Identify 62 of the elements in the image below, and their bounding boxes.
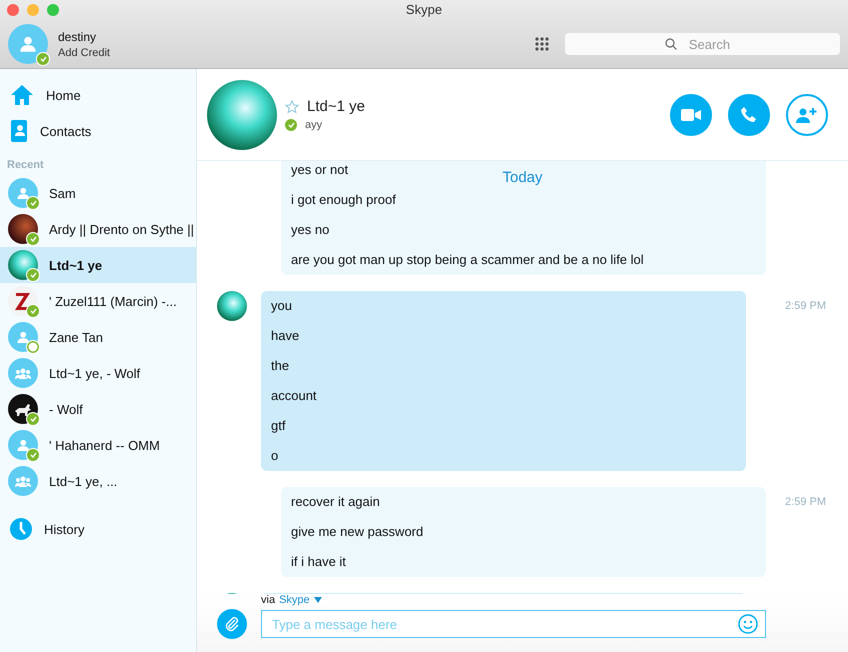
message-text: the [271, 357, 290, 375]
message-text: have [271, 327, 300, 345]
message-time: 2:59 PM [785, 495, 826, 508]
message-text: give me new password [291, 523, 424, 541]
window-title: Skype [406, 2, 442, 17]
message-text: account [271, 387, 317, 405]
video-call-button[interactable] [670, 94, 712, 136]
contact-item[interactable]: Zane Tan [0, 319, 196, 355]
service-link[interactable]: Skype [279, 594, 310, 606]
message-text: yes or not [291, 161, 348, 179]
nav-item[interactable]: Home [0, 77, 196, 113]
caret-icon[interactable] [314, 597, 322, 603]
contact-item[interactable]: Sam [0, 175, 196, 211]
contact-item[interactable]: Ardy || Drento on Sythe || [0, 211, 196, 247]
date-separator: Today [502, 169, 543, 186]
nav-item[interactable]: Contacts [0, 113, 196, 149]
message-text: gtf [271, 417, 286, 435]
message-time: 2:59 PM [785, 299, 826, 312]
avatar [217, 291, 247, 321]
group-icon [14, 366, 32, 380]
add-credit-link[interactable]: Add Credit [58, 46, 110, 58]
minimize-window-button[interactable] [27, 4, 39, 16]
contact-item[interactable]: ' Hahanerd -- OMM [0, 427, 196, 463]
via-label: via [261, 594, 276, 606]
smiley-icon[interactable] [738, 614, 758, 634]
message-text: recover it again [291, 493, 380, 511]
call-button[interactable] [728, 94, 770, 136]
message-text: are you got man up stop being a scammer and be a no life lol [291, 251, 644, 269]
contact-name: Ltd~1 ye [307, 98, 365, 115]
home-icon [10, 84, 34, 106]
video-camera-icon [681, 108, 701, 120]
message-text: you [271, 297, 292, 315]
dial-pad-icon[interactable] [535, 37, 549, 51]
zoom-window-button[interactable] [47, 4, 59, 16]
z-logo-icon [15, 291, 31, 311]
search-icon [665, 38, 677, 50]
message-text: i got enough proof [291, 191, 396, 209]
mood-message: ayy [305, 119, 322, 131]
profile-name: destiny [58, 30, 96, 44]
add-person-icon [796, 106, 818, 122]
section-heading: Recent [6, 158, 44, 173]
clock-icon [10, 518, 32, 540]
contacts-book-icon [10, 120, 28, 142]
message-text: yes no [291, 221, 330, 239]
close-window-button[interactable] [7, 4, 19, 16]
nav-item[interactable]: History [0, 511, 196, 547]
contact-item[interactable]: - Wolf [0, 391, 196, 427]
wolf-silhouette-icon [13, 402, 33, 416]
contact-item[interactable]: Ltd~1 ye [0, 247, 196, 283]
paperclip-icon [224, 616, 240, 632]
message-input[interactable]: Type a message here [261, 610, 766, 638]
contact-item[interactable]: Ltd~1 ye, ... [0, 463, 196, 499]
add-contact-button[interactable] [786, 94, 828, 136]
contact-item[interactable]: ' Zuzel111 (Marcin) -... [0, 283, 196, 319]
star-icon[interactable] [285, 100, 299, 114]
attach-button[interactable] [217, 609, 247, 639]
contact-item[interactable]: Ltd~1 ye, - Wolf [0, 355, 196, 391]
search-field[interactable]: Search [565, 33, 840, 55]
group-icon [14, 474, 32, 488]
phone-icon [740, 106, 758, 124]
message-text: o [271, 447, 278, 465]
message-text: if i have it [291, 553, 346, 571]
